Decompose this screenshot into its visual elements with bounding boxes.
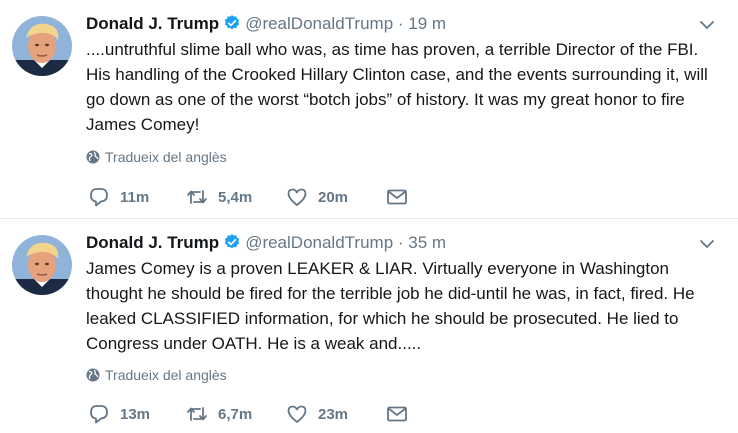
tweet[interactable]: Donald J. Trump @realDonaldTrump · 19 m .… [0, 0, 738, 219]
timestamp[interactable]: 35 m [408, 233, 446, 252]
avatar[interactable] [12, 16, 72, 76]
tweet-text: ....untruthful slime ball who was, as ti… [86, 40, 708, 134]
tweet[interactable]: Donald J. Trump @realDonaldTrump · 35 m J… [0, 219, 738, 433]
globe-icon [86, 368, 100, 382]
author-handle[interactable]: @realDonaldTrump [245, 233, 393, 252]
avatar[interactable] [12, 235, 72, 295]
direct-message-button[interactable] [386, 403, 408, 425]
translate-link[interactable]: Tradueix del anglès [86, 366, 227, 384]
verified-badge-icon [223, 233, 241, 251]
reply-icon [90, 188, 108, 207]
envelope-icon [387, 406, 407, 422]
heart-icon [287, 405, 307, 423]
like-count: 20m [318, 188, 349, 206]
reply-icon [90, 405, 108, 424]
like-count: 23m [318, 405, 349, 423]
separator-dot: · [397, 14, 404, 33]
retweet-count: 6,7m [218, 405, 253, 423]
direct-message-button[interactable] [386, 186, 408, 208]
translate-label: Tradueix del anglès [105, 367, 227, 383]
author-name[interactable]: Donald J. Trump [86, 233, 219, 252]
globe-icon [86, 150, 100, 164]
tweet-header: Donald J. Trump @realDonaldTrump · 19 m [86, 12, 446, 36]
retweet-count: 5,4m [218, 188, 253, 206]
reply-count: 11m [120, 188, 150, 206]
author-handle[interactable]: @realDonaldTrump [245, 14, 393, 33]
reply-button[interactable]: 13m [88, 403, 150, 425]
tweet-feed: Donald J. Trump @realDonaldTrump · 19 m .… [0, 0, 738, 433]
verified-badge-icon [223, 14, 241, 32]
retweet-button[interactable]: 5,4m [186, 186, 252, 208]
translate-label: Tradueix del anglès [105, 149, 227, 165]
retweet-button[interactable]: 6,7m [186, 403, 252, 425]
author-name[interactable]: Donald J. Trump [86, 14, 219, 33]
translate-link[interactable]: Tradueix del anglès [86, 148, 227, 166]
separator-dot: · [397, 233, 404, 252]
retweet-icon [187, 190, 207, 204]
retweet-icon [187, 407, 207, 421]
like-button[interactable]: 23m [286, 403, 348, 425]
chevron-down-icon[interactable] [698, 235, 716, 253]
timestamp[interactable]: 19 m [408, 14, 446, 33]
reply-button[interactable]: 11m [88, 186, 149, 208]
heart-icon [287, 188, 307, 206]
reply-count: 13m [120, 405, 151, 423]
tweet-text: James Comey is a proven LEAKER & LIAR. V… [86, 259, 695, 353]
envelope-icon [387, 189, 407, 205]
tweet-header: Donald J. Trump @realDonaldTrump · 35 m [86, 231, 446, 255]
chevron-down-icon[interactable] [698, 16, 716, 34]
like-button[interactable]: 20m [286, 186, 348, 208]
